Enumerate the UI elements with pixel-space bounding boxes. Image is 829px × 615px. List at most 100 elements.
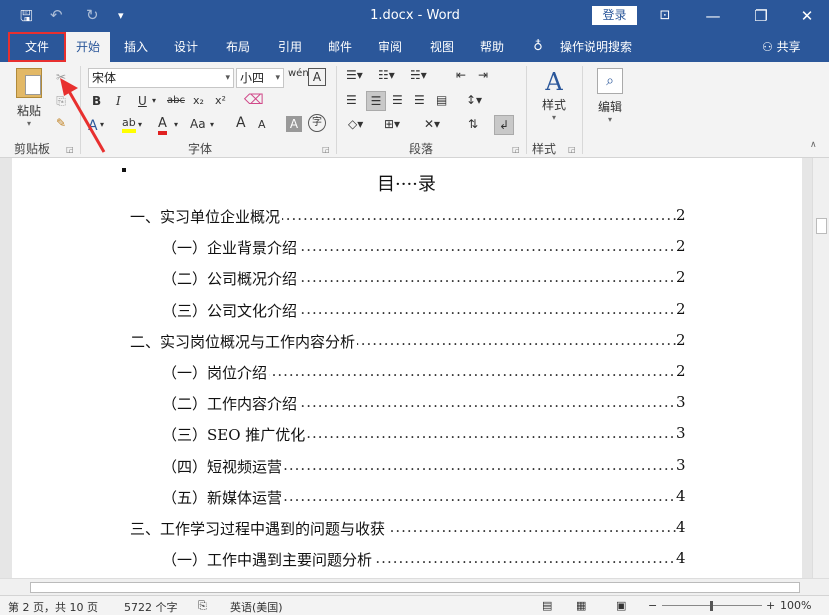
grow-font-icon[interactable]: A <box>236 115 246 131</box>
styles-button[interactable]: A 样式 ▾ <box>534 68 574 122</box>
close-icon[interactable]: ✕ <box>787 4 827 28</box>
toc-entry[interactable]: ........................................… <box>162 393 692 415</box>
toc-entry[interactable]: ........................................… <box>162 455 692 477</box>
zoom-level[interactable]: 100% <box>780 599 811 612</box>
bullets-icon[interactable]: ☰▾ <box>346 68 363 82</box>
tab-review[interactable]: 审阅 <box>370 32 410 62</box>
minimize-icon[interactable]: — <box>693 4 733 28</box>
toc-entry[interactable]: ........................................… <box>162 237 692 259</box>
tab-mailings[interactable]: 邮件 <box>320 32 360 62</box>
scroll-thumb[interactable] <box>816 218 827 234</box>
multilevel-list-icon[interactable]: ☵▾ <box>410 68 427 82</box>
share-button[interactable]: ⚇ 共享 <box>762 32 801 62</box>
vertical-scrollbar[interactable] <box>812 158 829 578</box>
toc-entry[interactable]: ........................................… <box>130 330 692 352</box>
align-right-icon[interactable]: ☰ <box>392 93 403 107</box>
read-mode-icon[interactable]: ▤ <box>542 599 552 612</box>
toc-entry[interactable]: ........................................… <box>130 206 692 227</box>
scroll-thumb[interactable] <box>30 582 800 593</box>
align-center-icon[interactable]: ☰ <box>366 91 386 111</box>
web-layout-icon[interactable]: ▣ <box>616 599 626 612</box>
tab-view[interactable]: 视图 <box>422 32 462 62</box>
toc-entry[interactable]: ........................................… <box>130 518 692 539</box>
sort-icon[interactable]: ⇅ <box>468 117 478 131</box>
proofing-icon[interactable]: ⎘ <box>198 599 207 613</box>
chevron-down-icon: ▾ <box>275 73 280 83</box>
highlight-icon[interactable]: ab <box>122 116 136 133</box>
editing-button[interactable]: ⌕ 编辑 ▾ <box>590 68 630 124</box>
toc-page-number: 2 <box>676 237 686 256</box>
chinese-layout-icon[interactable]: ✕▾ <box>424 117 440 131</box>
tab-file[interactable]: 文件 <box>8 32 66 62</box>
borders-icon[interactable]: ⊞▾ <box>384 117 400 131</box>
toc-entry-text: （二）公司概况介绍 <box>162 268 300 290</box>
document-page[interactable]: 目····录 .................................… <box>12 158 802 578</box>
toc-entry[interactable]: ........................................… <box>162 424 692 446</box>
justify-icon[interactable]: ☰ <box>414 93 425 107</box>
language[interactable]: 英语(美国) <box>230 599 283 615</box>
toc-entry[interactable]: ........................................… <box>162 486 692 508</box>
paragraph-group-label: 段落 <box>408 142 433 156</box>
undo-icon[interactable]: ↶ <box>50 6 63 24</box>
tab-references[interactable]: 引用 <box>270 32 310 62</box>
toc-entry-text: （二）工作内容介绍 <box>162 393 300 415</box>
tab-home[interactable]: 开始 <box>66 32 110 62</box>
phonetic-guide-icon[interactable]: wén <box>288 68 309 79</box>
distributed-icon[interactable]: ▤ <box>436 93 447 107</box>
align-left-icon[interactable]: ☰ <box>346 93 357 107</box>
collapse-ribbon-icon[interactable]: ∧ <box>810 140 817 150</box>
chevron-down-icon[interactable]: ▾ <box>152 96 156 105</box>
underline-icon[interactable]: U <box>138 94 147 108</box>
tab-insert[interactable]: 插入 <box>116 32 156 62</box>
font-color-icon[interactable]: A <box>158 116 167 135</box>
toc-page-number: 4 <box>676 486 686 505</box>
zoom-in-icon[interactable]: + <box>766 599 775 612</box>
search-icon: ⌕ <box>597 68 623 94</box>
redo-icon[interactable]: ↻ <box>86 6 99 24</box>
dialog-launcher-icon[interactable]: ◲ <box>568 145 576 154</box>
customize-icon[interactable]: ▾ <box>118 9 124 22</box>
tab-help[interactable]: 帮助 <box>472 32 512 62</box>
shrink-font-icon[interactable]: A <box>258 118 266 131</box>
numbering-icon[interactable]: ☷▾ <box>378 68 395 82</box>
strikethrough-icon[interactable]: abc <box>167 95 185 106</box>
enclose-char-icon[interactable]: 字 <box>308 114 326 132</box>
font-size-combo[interactable]: 小四 ▾ <box>236 68 284 88</box>
tell-me-search[interactable]: 操作说明搜索 <box>556 32 636 62</box>
char-border-icon[interactable]: A <box>308 68 326 86</box>
zoom-slider-thumb[interactable] <box>710 601 713 611</box>
chevron-down-icon[interactable]: ▾ <box>138 120 142 129</box>
print-layout-icon[interactable]: ▦ <box>576 599 586 612</box>
toc-entry[interactable]: ........................................… <box>162 299 692 321</box>
dialog-launcher-icon[interactable]: ◲ <box>322 145 330 154</box>
login-button[interactable]: 登录 <box>592 6 637 25</box>
chevron-down-icon[interactable]: ▾ <box>210 120 214 129</box>
shading-icon[interactable]: ◇▾ <box>348 117 363 131</box>
toc-entry-text: （一）岗位介绍 <box>162 362 270 383</box>
styles-icon: A <box>545 68 563 96</box>
ribbon-display-icon[interactable]: ⊡ <box>645 4 685 28</box>
char-shading-icon[interactable]: A <box>286 116 302 132</box>
change-case-icon[interactable]: Aa <box>190 117 206 131</box>
line-spacing-icon[interactable]: ↕▾ <box>466 93 482 107</box>
dialog-launcher-icon[interactable]: ◲ <box>512 145 520 154</box>
show-marks-icon[interactable]: ↲ <box>494 115 514 135</box>
horizontal-scrollbar[interactable] <box>0 578 829 595</box>
restore-icon[interactable]: ❐ <box>741 4 781 28</box>
zoom-out-icon[interactable]: − <box>648 599 657 612</box>
save-icon[interactable]: 🖫 <box>20 6 33 31</box>
decrease-indent-icon[interactable]: ⇤ <box>456 68 466 82</box>
toc-entry[interactable]: ........................................… <box>162 362 692 383</box>
paste-button[interactable]: 粘贴 ▾ <box>10 68 48 134</box>
toc-entry[interactable]: ........................................… <box>162 549 692 571</box>
subscript-icon[interactable]: x₂ <box>193 94 204 107</box>
toc-entry[interactable]: ........................................… <box>162 268 692 290</box>
chevron-down-icon[interactable]: ▾ <box>174 120 178 129</box>
page-count[interactable]: 第 2 页，共 10 页 <box>8 599 98 615</box>
clear-formatting-icon[interactable]: ⌫ <box>244 92 264 108</box>
word-count[interactable]: 5722 个字 <box>124 599 178 615</box>
increase-indent-icon[interactable]: ⇥ <box>478 68 488 82</box>
superscript-icon[interactable]: x² <box>215 94 226 107</box>
tab-design[interactable]: 设计 <box>166 32 206 62</box>
tab-layout[interactable]: 布局 <box>218 32 258 62</box>
